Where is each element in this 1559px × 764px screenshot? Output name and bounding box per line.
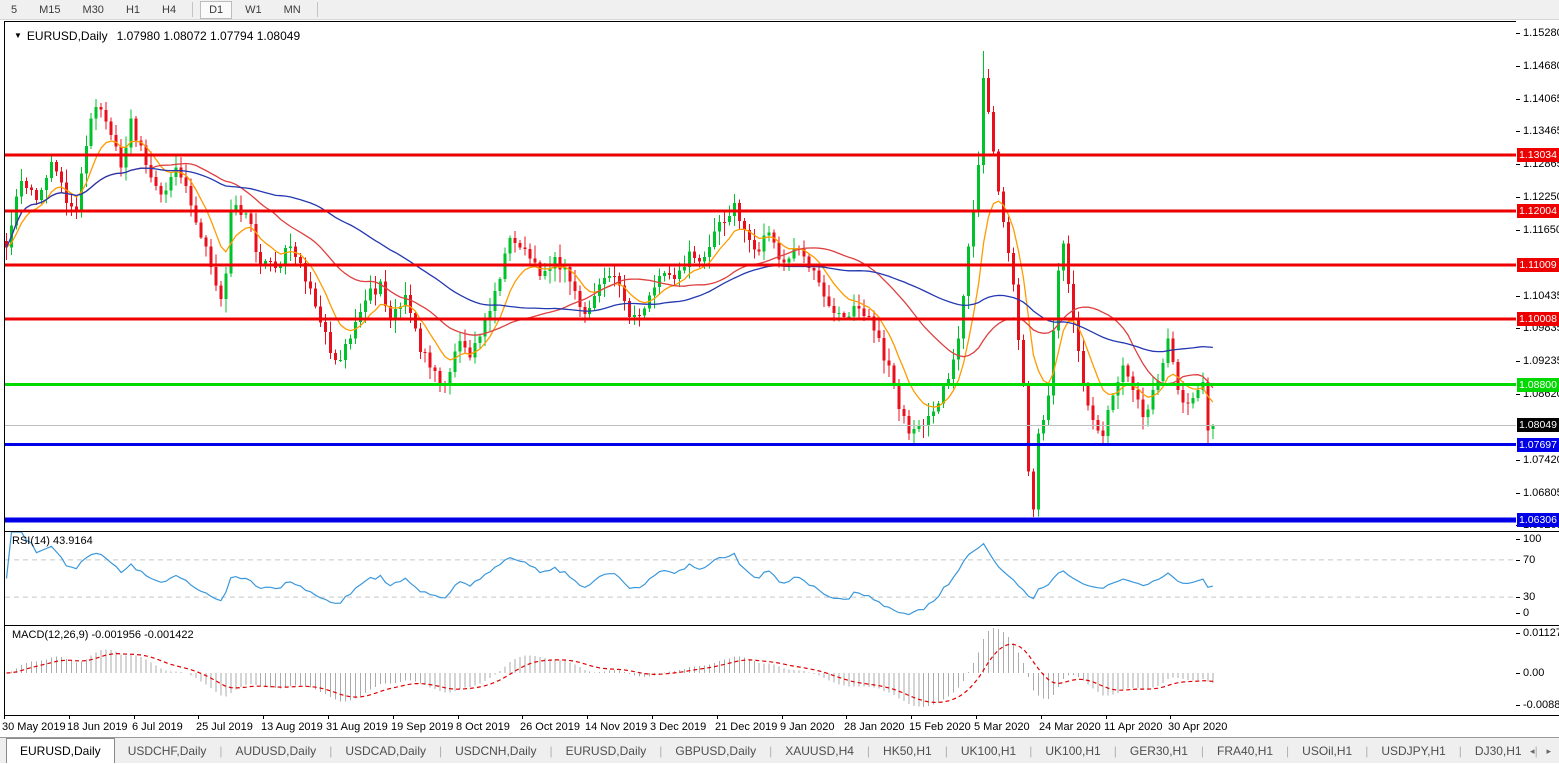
level-price-badge: 1.10008 — [1517, 312, 1559, 326]
current-price-badge: 1.08049 — [1517, 418, 1559, 432]
chart-tab-AUDUSD-Daily[interactable]: AUDUSD,Daily — [223, 738, 330, 763]
date-label: 30 Apr 2020 — [1168, 721, 1227, 733]
timeframe-button-H1[interactable]: H1 — [117, 1, 149, 19]
chart-tab-USDJPY-H1[interactable]: USDJPY,H1 — [1368, 738, 1458, 763]
chart-tab-USDCHF-Daily[interactable]: USDCHF,Daily — [115, 738, 220, 763]
chart-tab-XAUUSD-H4[interactable]: XAUUSD,H4 — [772, 738, 867, 763]
macd-name: MACD(12,26,9) — [12, 629, 88, 641]
macd-canvas[interactable] — [5, 626, 1516, 715]
date-tick — [393, 716, 394, 719]
date-label: 15 Feb 2020 — [909, 721, 971, 733]
chart-tab-USDCAD-Daily[interactable]: USDCAD,Daily — [332, 738, 439, 763]
date-tick — [782, 716, 783, 719]
date-label: 26 Oct 2019 — [520, 721, 580, 733]
timeframe-button-5[interactable]: 5 — [2, 1, 26, 19]
date-tick — [522, 716, 523, 719]
rsi-indicator-label: RSI(14) 43.9164 — [12, 535, 93, 547]
rsi-pane[interactable]: RSI(14) 43.9164 — [4, 531, 1517, 626]
date-tick — [976, 716, 977, 719]
date-label: 11 Apr 2020 — [1104, 721, 1163, 733]
chart-tab-UK100-H1[interactable]: UK100,H1 — [1032, 738, 1113, 763]
date-tick — [587, 716, 588, 719]
timeframe-button-M15[interactable]: M15 — [30, 1, 69, 19]
chart-dropdown-icon[interactable]: ▼ — [14, 31, 22, 40]
main-chart-pane[interactable]: ▼ EURUSD,Daily 1.07980 1.08072 1.07794 1.0… — [4, 21, 1517, 532]
date-tick — [911, 716, 912, 719]
pane-separator[interactable] — [1516, 625, 1559, 626]
timeframe-button-D1[interactable]: D1 — [200, 1, 232, 19]
candlestick-canvas[interactable] — [5, 22, 1516, 531]
date-label: 24 Mar 2020 — [1039, 721, 1101, 733]
toolbar-separator — [317, 2, 318, 17]
date-label: 31 Aug 2019 — [326, 721, 388, 733]
chart-tab-EURUSD-Daily[interactable]: EURUSD,Daily — [553, 738, 660, 763]
date-label: 3 Dec 2019 — [650, 721, 706, 733]
toolbar-separator — [192, 2, 193, 17]
chart-tab-USOil-H1[interactable]: USOil,H1 — [1289, 738, 1365, 763]
date-tick — [328, 716, 329, 719]
date-label: 8 Oct 2019 — [456, 721, 510, 733]
chart-tab-EURUSD-Daily[interactable]: EURUSD,Daily — [6, 738, 115, 763]
date-tick — [198, 716, 199, 719]
tab-scroll-left-icon[interactable]: ◂ — [1530, 746, 1535, 757]
level-price-badge: 1.08800 — [1517, 378, 1559, 392]
chart-tab-GBPUSD-Daily[interactable]: GBPUSD,Daily — [662, 738, 769, 763]
chart-symbol-label: EURUSD,Daily — [27, 29, 108, 43]
level-price-badge: 1.11009 — [1517, 258, 1559, 272]
chart-tab-GER30-H1[interactable]: GER30,H1 — [1117, 738, 1201, 763]
date-label: 18 Jun 2019 — [67, 721, 128, 733]
chart-ohlc-values: 1.07980 1.08072 1.07794 1.08049 — [117, 29, 301, 43]
macd-current-values: -0.001956 -0.001422 — [91, 629, 193, 641]
chart-tab-bar: EURUSD,DailyUSDCHF,Daily|AUDUSD,Daily|US… — [0, 737, 1559, 763]
date-tick — [69, 716, 70, 719]
date-label: 6 Jul 2019 — [132, 721, 183, 733]
timeframe-button-M30[interactable]: M30 — [74, 1, 113, 19]
date-label: 19 Sep 2019 — [391, 721, 453, 733]
chart-tab-HK50-H1[interactable]: HK50,H1 — [870, 738, 945, 763]
rsi-name: RSI(14) — [12, 535, 50, 547]
pane-separator[interactable] — [1516, 531, 1559, 532]
macd-pane[interactable]: MACD(12,26,9) -0.001956 -0.001422 — [4, 625, 1517, 716]
level-price-badge: 1.07697 — [1517, 438, 1559, 452]
level-price-badge: 1.13034 — [1517, 148, 1559, 162]
date-tick — [458, 716, 459, 719]
chart-tab-USDCNH-Daily[interactable]: USDCNH,Daily — [442, 738, 549, 763]
price-scale[interactable]: 1.152801.146801.140651.134651.128651.122… — [1516, 21, 1559, 737]
level-price-badge: 1.12004 — [1517, 204, 1559, 218]
date-label: 5 Mar 2020 — [974, 721, 1030, 733]
date-label: 9 Jan 2020 — [780, 721, 834, 733]
chart-tab-UK100-H1[interactable]: UK100,H1 — [948, 738, 1029, 763]
date-tick — [1041, 716, 1042, 719]
date-tick — [652, 716, 653, 719]
date-label: 14 Nov 2019 — [585, 721, 647, 733]
date-label: 28 Jan 2020 — [844, 721, 905, 733]
date-tick — [1106, 716, 1107, 719]
timeframe-toolbar: 5M15 M30H1H4 D1W1MN — [0, 0, 1559, 20]
tab-scroll-arrows: ◂▸ — [1530, 738, 1551, 764]
rsi-canvas[interactable] — [5, 532, 1516, 625]
timeframe-button-W1[interactable]: W1 — [236, 1, 271, 19]
rsi-current-value: 43.9164 — [53, 535, 93, 547]
date-label: 21 Dec 2019 — [715, 721, 777, 733]
macd-indicator-label: MACD(12,26,9) -0.001956 -0.001422 — [12, 629, 194, 641]
chart-tab-FRA40-H1[interactable]: FRA40,H1 — [1204, 738, 1286, 763]
timeframe-button-MN[interactable]: MN — [275, 1, 310, 19]
date-label: 25 Jul 2019 — [196, 721, 253, 733]
level-price-badge: 1.06306 — [1517, 513, 1559, 527]
chart-title: ▼ EURUSD,Daily 1.07980 1.08072 1.07794 1.0… — [14, 29, 300, 43]
date-tick — [717, 716, 718, 719]
date-label: 30 May 2019 — [2, 721, 66, 733]
date-label: 13 Aug 2019 — [261, 721, 323, 733]
date-tick — [4, 716, 5, 719]
date-tick — [134, 716, 135, 719]
date-tick — [1170, 716, 1171, 719]
time-axis[interactable]: 30 May 201918 Jun 2019 6 Jul 2019 25 Jul 2… — [0, 716, 1559, 737]
chart-tab-DJ30-H1[interactable]: DJ30,H1 — [1462, 738, 1535, 763]
date-tick — [263, 716, 264, 719]
tab-scroll-right-icon[interactable]: ▸ — [1546, 746, 1551, 757]
date-tick — [846, 716, 847, 719]
timeframe-button-H4[interactable]: H4 — [153, 1, 185, 19]
